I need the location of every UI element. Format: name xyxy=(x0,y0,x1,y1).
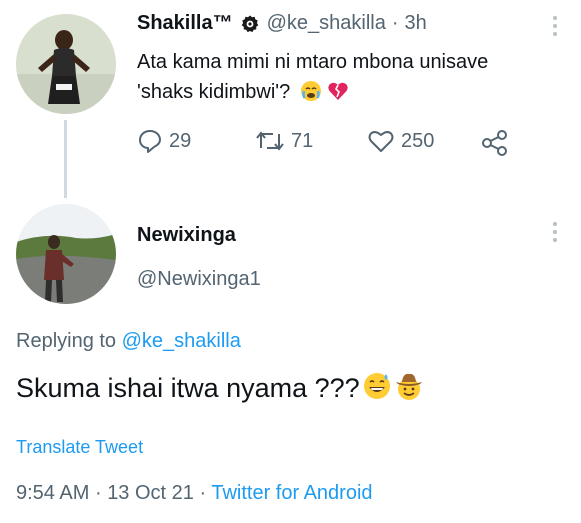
meta-dot-2: · xyxy=(199,482,207,504)
verified-badge-icon xyxy=(241,15,259,33)
reply-author-handle[interactable]: @Newixinga1 xyxy=(137,268,261,291)
heart-icon xyxy=(367,128,395,154)
replying-to: Replying to @ke_shakilla xyxy=(16,330,241,353)
tweet-text-line1: Ata kama mimi ni mtaro mbona unisave xyxy=(137,51,489,73)
tweet-header: Shakilla™ @ke_shakilla · 3h xyxy=(137,12,427,35)
reply-icon xyxy=(137,128,163,154)
handle[interactable]: @ke_shakilla xyxy=(267,12,386,35)
avatar-shakilla[interactable] xyxy=(16,14,116,114)
meta-dot-1: · xyxy=(94,482,102,504)
more-options-icon[interactable] xyxy=(553,16,557,36)
replying-to-label: Replying to xyxy=(16,330,117,352)
reply-action[interactable]: 29 xyxy=(137,128,191,154)
share-icon[interactable] xyxy=(481,130,509,161)
crying-face-emoji-icon xyxy=(300,80,322,111)
broken-heart-emoji-icon xyxy=(327,80,349,111)
separator-dot: · xyxy=(391,12,399,34)
retweet-icon xyxy=(255,128,285,154)
reply-text-content: Skuma ishai itwa nyama ??? xyxy=(16,373,360,403)
tweet-text: Ata kama mimi ni mtaro mbona unisave 'sh… xyxy=(137,47,488,111)
tweet-source[interactable]: Twitter for Android xyxy=(211,482,372,504)
retweet-count: 71 xyxy=(291,129,314,152)
replying-to-handle[interactable]: @ke_shakilla xyxy=(122,330,241,352)
reply-more-options-icon[interactable] xyxy=(553,222,557,242)
retweet-action[interactable]: 71 xyxy=(255,128,313,154)
like-action[interactable]: 250 xyxy=(367,128,434,154)
tweet-text-line2: 'shaks kidimbwi'? xyxy=(137,77,488,111)
tweet-meta: 9:54 AM · 13 Oct 21 · Twitter for Androi… xyxy=(16,482,373,505)
tweet-timestamp[interactable]: 9:54 AM xyxy=(16,482,89,504)
tweet-date[interactable]: 13 Oct 21 xyxy=(107,482,194,504)
avatar-newixinga[interactable] xyxy=(16,204,116,304)
tweet-text-line2-text: 'shaks kidimbwi'? xyxy=(137,81,291,103)
reply-text: Skuma ishai itwa nyama ??? xyxy=(16,371,424,408)
thread-line xyxy=(64,120,67,198)
display-name[interactable]: Shakilla™ xyxy=(137,12,233,35)
translate-tweet-link[interactable]: Translate Tweet xyxy=(16,437,143,458)
grinning-sweat-face-emoji-icon xyxy=(362,371,392,408)
cowboy-face-emoji-icon xyxy=(394,371,424,408)
tweet-time[interactable]: 3h xyxy=(405,12,427,35)
reply-author-name[interactable]: Newixinga xyxy=(137,224,236,247)
like-count: 250 xyxy=(401,129,435,152)
reply-count: 29 xyxy=(169,129,192,152)
